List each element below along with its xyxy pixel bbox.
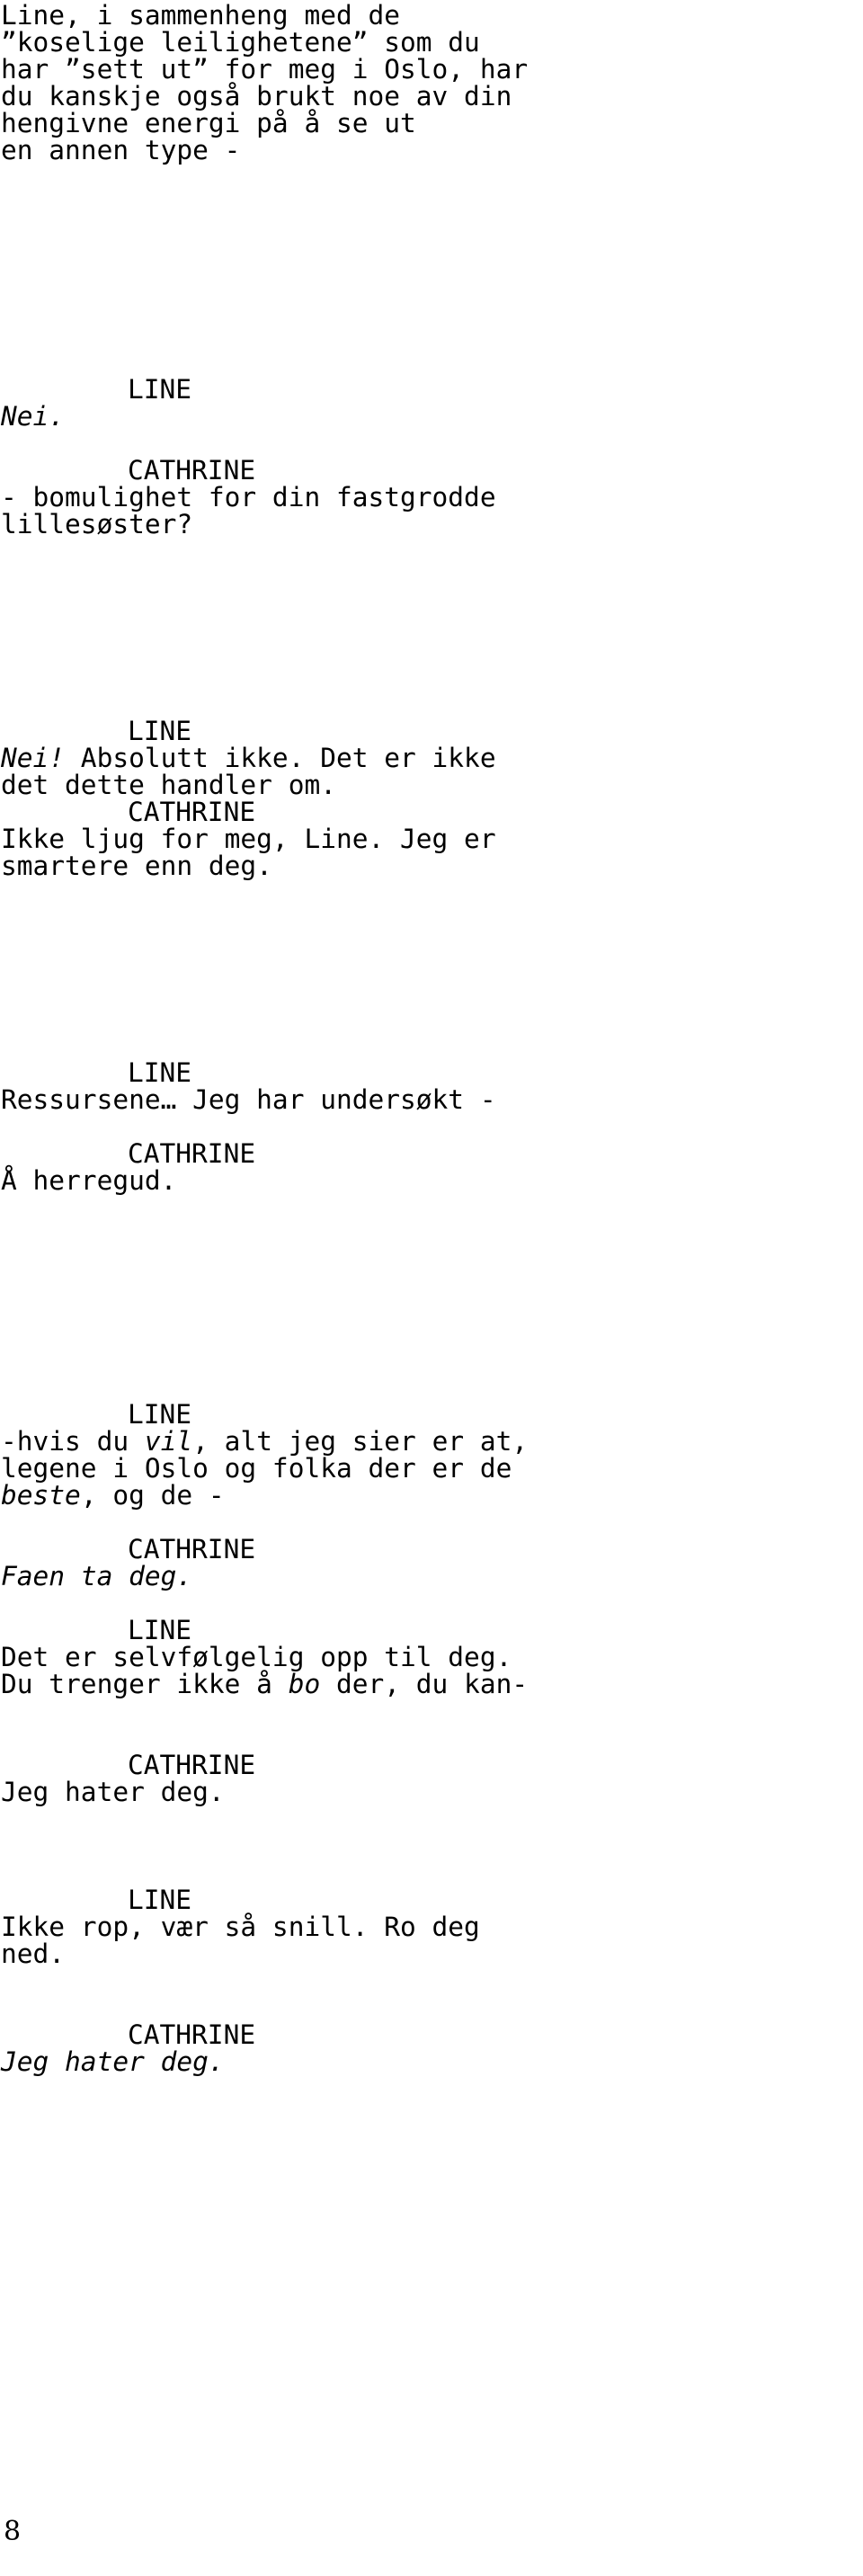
- dialogue-text: Faen ta deg.: [0, 1563, 863, 1590]
- dialogue-block: CATHRINE - bomulighet for din fastgrodde l…: [0, 457, 863, 538]
- dialogue-text: Ressursene… Jeg har undersøkt -: [0, 1086, 863, 1113]
- dialogue-text: Det er selvfølgelig opp til deg. Du treng…: [0, 1644, 863, 1698]
- dialogue-line: legene i Oslo og folka der er de: [1, 1453, 512, 1484]
- character-cue: LINE: [128, 1057, 192, 1088]
- dialogue-line: en annen type -: [1, 135, 241, 165]
- dialogue-block: CATHRINE Ikke ljug for meg, Line. Jeg er s…: [0, 798, 863, 879]
- page-number: 8: [4, 2516, 22, 2547]
- dialogue-text: -hvis du vil, alt jeg sier er at, legene …: [0, 1428, 863, 1509]
- dialogue-line: -hvis du vil, alt jeg sier er at,: [1, 1426, 529, 1457]
- dialogue-line: Nei.: [1, 403, 863, 430]
- dialogue-line: det dette handler om.: [1, 770, 336, 800]
- character-cue: LINE: [128, 1885, 192, 1915]
- dialogue-line: Ikke rop, vær så snill. Ro deg: [1, 1912, 480, 1942]
- character-cue: CATHRINE: [128, 1138, 256, 1169]
- dialogue-line: hengivne energi på å se ut: [1, 108, 416, 138]
- dialogue-line: ”koselige leilighetene” som du: [1, 27, 480, 58]
- character-cue: CATHRINE: [128, 455, 256, 486]
- dialogue-line: Faen ta deg.: [1, 1563, 863, 1590]
- emphasis-text: vil: [144, 1426, 193, 1457]
- dialogue-block: CATHRINE Jeg hater deg.: [0, 2021, 863, 2075]
- dialogue-line: Line, i sammenheng med de: [1, 0, 401, 31]
- character-cue: LINE: [128, 1615, 192, 1645]
- emphasis-text: Jeg hater deg.: [1, 2046, 225, 2077]
- character-cue: CATHRINE: [128, 1534, 256, 1564]
- dialogue-text: Ikke rop, vær så snill. Ro deg ned.: [0, 1913, 863, 1967]
- dialogue-block: LINE Nei! Absolutt ikke. Det er ikke det d…: [0, 718, 863, 798]
- dialogue-text: Jeg hater deg.: [0, 1778, 863, 1805]
- dialogue-text: Å herregud.: [0, 1167, 863, 1194]
- dialogue-line: Å herregud.: [1, 1165, 177, 1196]
- dialogue-line: har ”sett ut” for meg i Oslo, har: [1, 54, 529, 85]
- dialogue-line: - bomulighet for din fastgrodde: [1, 482, 496, 513]
- dialogue-line: ned.: [1, 1939, 66, 1969]
- character-cue: CATHRINE: [128, 797, 256, 827]
- dialogue-line: Det er selvfølgelig opp til deg.: [1, 1642, 512, 1672]
- dialogue-block: LINE Ressursene… Jeg har undersøkt -: [0, 1059, 863, 1113]
- dialogue-line: Nei! Absolutt ikke. Det er ikke: [1, 743, 496, 773]
- dialogue-block: LINE Nei.: [0, 376, 863, 430]
- character-cue: CATHRINE: [128, 2019, 256, 2050]
- dialogue-line: smartere enn deg.: [1, 851, 272, 881]
- dialogue-text: Line, i sammenheng med de ”koselige leili…: [0, 2, 863, 164]
- dialogue-line: Du trenger ikke å bo der, du kan-: [1, 1669, 529, 1699]
- dialogue-block: LINE Ikke rop, vær så snill. Ro deg ned.: [0, 1886, 863, 1967]
- dialogue-line: Ikke ljug for meg, Line. Jeg er: [1, 824, 496, 854]
- dialogue-line: Jeg hater deg.: [1, 2048, 863, 2075]
- dialogue-block: LINE Det er selvfølgelig opp til deg. Du t…: [0, 1617, 863, 1698]
- dialogue-text: - bomulighet for din fastgrodde lillesøst…: [0, 484, 863, 538]
- emphasis-text: beste: [1, 1480, 81, 1511]
- emphasis-text: bo: [288, 1669, 321, 1699]
- character-cue: LINE: [128, 1399, 192, 1430]
- dialogue-text: Ikke ljug for meg, Line. Jeg er smartere …: [0, 825, 863, 879]
- dialogue-text: Nei! Absolutt ikke. Det er ikke det dette…: [0, 744, 863, 798]
- screenplay-page: CATHRINE Line, i sammenheng med de”koseli…: [0, 0, 863, 2576]
- emphasis-text: Nei.: [1, 401, 66, 432]
- dialogue-block: LINE -hvis du vil, alt jeg sier er at, leg…: [0, 1401, 863, 1509]
- emphasis-text: Faen ta deg.: [1, 1561, 193, 1591]
- dialogue-line: Jeg hater deg.: [1, 1777, 225, 1807]
- dialogue-line: beste, og de -: [1, 1480, 225, 1511]
- dialogue-text: Nei.: [0, 403, 863, 430]
- dialogue-block: CATHRINE Faen ta deg.: [0, 1536, 863, 1590]
- character-cue: CATHRINE: [128, 1750, 256, 1780]
- dialogue-line: Ressursene… Jeg har undersøkt -: [1, 1084, 496, 1115]
- character-cue: LINE: [128, 716, 192, 746]
- dialogue-block: CATHRINELine, i sammenheng med de”koseli…: [0, 0, 863, 164]
- dialogue-text: Jeg hater deg.: [0, 2048, 863, 2075]
- dialogue-line: lillesøster?: [1, 509, 193, 539]
- dialogue-block: CATHRINE Å herregud.: [0, 1140, 863, 1194]
- dialogue-line: du kanskje også brukt noe av din: [1, 81, 512, 111]
- dialogue-block: CATHRINE Jeg hater deg.: [0, 1752, 863, 1805]
- emphasis-text: Nei!: [1, 743, 66, 773]
- character-cue: LINE: [128, 374, 192, 405]
